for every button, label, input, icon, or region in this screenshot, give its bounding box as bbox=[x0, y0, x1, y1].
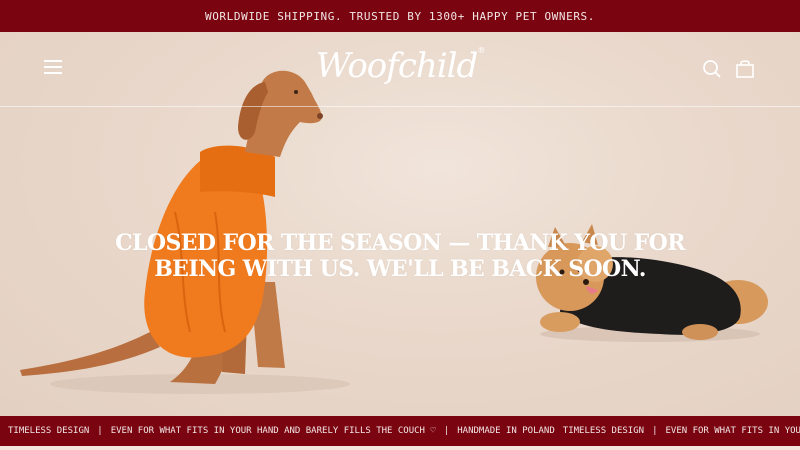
announcement-text: WORLDWIDE SHIPPING. TRUSTED BY 1300+ HAP… bbox=[204, 9, 596, 23]
ticker-item: EVEN FOR WHAT FITS IN YOUR HAND AND BARE… bbox=[665, 426, 800, 436]
ticker-track: TIMELESS DESIGN | EVEN FOR WHAT FITS IN YO… bbox=[0, 416, 800, 446]
ticker-item: HANDMADE IN POLAND bbox=[457, 426, 555, 436]
bottom-strip bbox=[0, 446, 800, 450]
ticker-separator: | bbox=[97, 426, 103, 436]
hero-headline-line-2: BEING WITH US. WE'LL BE BACK SOON. bbox=[154, 256, 646, 282]
marquee-ticker: TIMELESS DESIGN | EVEN FOR WHAT FITS IN YO… bbox=[0, 416, 800, 446]
brand-logo[interactable]: Woofchild® bbox=[0, 46, 800, 86]
hero-headline: CLOSED FOR THE SEASON — THANK YOU FOR BE… bbox=[100, 230, 700, 282]
announcement-bar: WORLDWIDE SHIPPING. TRUSTED BY 1300+ HAP… bbox=[0, 0, 800, 32]
vizsla-dog bbox=[20, 70, 323, 384]
ticker-separator: | bbox=[652, 426, 658, 436]
ticker-item: TIMELESS DESIGN bbox=[562, 426, 645, 436]
logo-registered-mark: ® bbox=[477, 46, 485, 55]
ticker-item: TIMELESS DESIGN bbox=[8, 426, 90, 436]
ticker-separator: | bbox=[443, 426, 450, 436]
search-icon[interactable] bbox=[702, 59, 722, 79]
site-header: Woofchild® bbox=[0, 32, 800, 107]
hero-headline-line-1: CLOSED FOR THE SEASON — THANK YOU FOR bbox=[115, 230, 685, 256]
ticker-item: EVEN FOR WHAT FITS IN YOUR HAND AND BARE… bbox=[110, 426, 436, 436]
logo-text: Woofchild bbox=[315, 46, 479, 86]
shopping-bag-icon[interactable] bbox=[735, 59, 755, 79]
